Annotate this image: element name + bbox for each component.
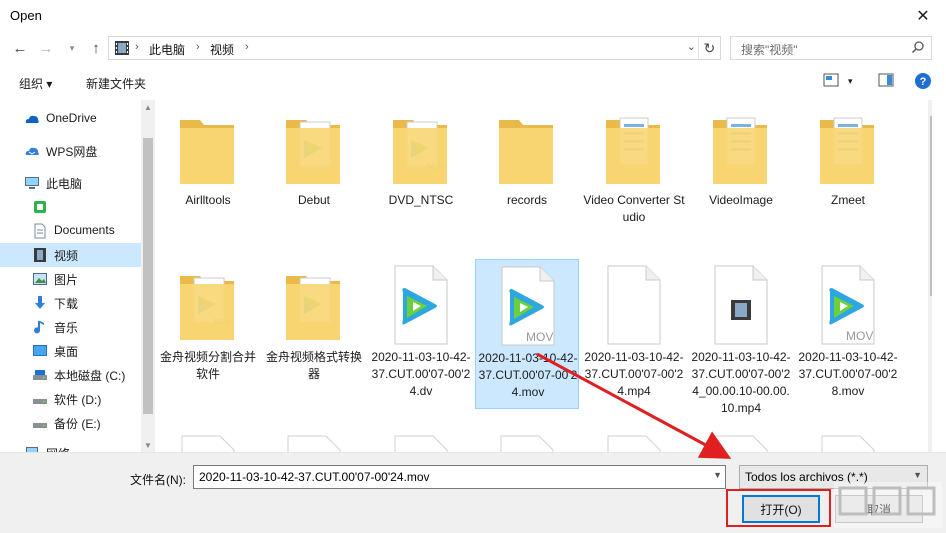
watermark-logo-icon — [834, 482, 942, 528]
annotation-arrow — [536, 352, 732, 459]
